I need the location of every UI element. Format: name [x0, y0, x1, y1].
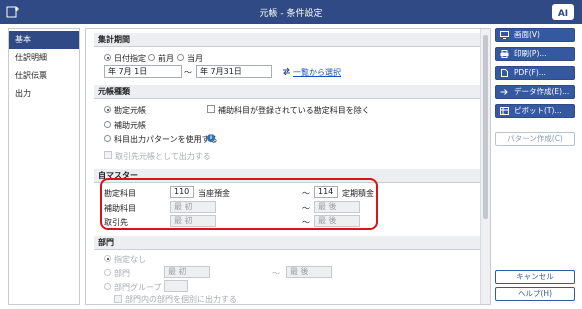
dept-group-field[interactable]	[164, 280, 188, 292]
svg-text:AI: AI	[558, 9, 568, 19]
partner-ledger-label: 取引先元帳として出力する	[115, 152, 211, 161]
period-heading: 集計期間	[94, 33, 480, 47]
pivot-table-icon	[500, 107, 509, 115]
window-title: 元帳 - 条件設定	[259, 9, 323, 19]
exclude-sub-label: 補助科目が登録されている勘定科目を除く	[218, 106, 370, 115]
period-curr-label: 当月	[187, 54, 203, 63]
dept-none-radio[interactable]	[104, 255, 111, 262]
dept-none-label: 指定なし	[114, 255, 146, 264]
period-date-radio[interactable]	[104, 54, 111, 61]
dept-radio[interactable]	[104, 269, 111, 276]
screen-button-label: 画面(V)	[514, 30, 540, 39]
partner-ledger-checkbox[interactable]	[104, 151, 112, 159]
period-from-field[interactable]: 年 7月 1日	[104, 65, 182, 78]
period-prev-label: 前月	[158, 54, 174, 63]
ledger-type-heading: 元帳種類	[94, 85, 480, 99]
select-from-list-link[interactable]: 一覧から選択	[293, 67, 341, 78]
period-date-label: 日付指定	[114, 54, 146, 63]
dept-tilde: 〜	[272, 269, 280, 278]
dept-to[interactable]: 最 後	[286, 266, 332, 278]
exclude-sub-checkbox[interactable]	[207, 105, 215, 113]
app-logo: AI	[552, 4, 574, 20]
dept-from-value: 最 初	[168, 267, 187, 276]
vertical-scrollbar[interactable]	[480, 29, 490, 304]
dept-individual-checkbox[interactable]	[114, 295, 122, 303]
dept-group-label: 部門グループ	[114, 283, 162, 292]
print-button-label: 印刷(P)...	[514, 49, 547, 58]
cancel-button[interactable]: キャンセル	[495, 270, 575, 284]
sidebar-item-journal-slip[interactable]: 仕訳伝票	[9, 67, 79, 85]
print-button[interactable]: 印刷(P)...	[495, 47, 575, 61]
ledger-pattern-label: 科目出力パターンを使用する	[114, 135, 218, 144]
dept-group-radio[interactable]	[104, 283, 111, 290]
ledger-account-label: 勘定元帳	[114, 106, 146, 115]
ledger-sub-label: 補助元帳	[114, 121, 146, 130]
sidebar-item-basic[interactable]: 基本	[9, 31, 79, 49]
pdf-button-label: PDF(F)...	[514, 68, 546, 77]
ledger-pattern-radio[interactable]	[104, 135, 111, 142]
ledger-account-radio[interactable]	[104, 106, 111, 113]
period-tilde: 〜	[184, 68, 192, 77]
printer-icon	[500, 50, 509, 58]
master-highlight-frame	[100, 178, 378, 230]
period-from-value: 年 7月 1日	[108, 67, 148, 76]
dept-from[interactable]: 最 初	[164, 266, 210, 278]
dept-individual-label: 部門内の部門を個別に出力する	[125, 295, 237, 304]
swap-icon	[283, 67, 290, 76]
data-export-button[interactable]: データ作成(E)...	[495, 85, 575, 99]
dept-heading: 部門	[94, 236, 480, 250]
dept-to-value: 最 後	[290, 267, 309, 276]
document-icon	[501, 69, 508, 77]
data-export-button-label: データ作成(E)...	[514, 87, 570, 96]
scrollbar-thumb[interactable]	[483, 35, 488, 219]
period-prev-radio[interactable]	[148, 54, 155, 61]
ledger-sub-radio[interactable]	[104, 121, 111, 128]
period-to-value: 年 7月31日	[200, 67, 242, 76]
screen-button[interactable]: 画面(V)	[495, 28, 575, 42]
title-bar: 元帳 - 条件設定 AI	[0, 0, 582, 24]
pattern-create-button[interactable]: パターン作成(C)	[495, 132, 575, 146]
help-button[interactable]: ヘルプ(H)	[495, 287, 575, 301]
pdf-button[interactable]: PDF(F)...	[495, 66, 575, 80]
pivot-button-label: ピボット(T)...	[514, 106, 562, 115]
sidebar-item-output[interactable]: 出力	[9, 85, 79, 103]
export-arrow-icon	[500, 89, 508, 95]
sidebar: 基本 仕訳明細 仕訳伝票 出力	[8, 28, 80, 305]
pivot-button[interactable]: ピボット(T)...	[495, 104, 575, 118]
sidebar-item-journal-detail[interactable]: 仕訳明細	[9, 49, 79, 67]
period-curr-radio[interactable]	[177, 54, 184, 61]
monitor-icon	[500, 31, 509, 39]
dept-label: 部門	[114, 269, 130, 278]
settings-panel: 集計期間 日付指定 前月 当月 年 7月 1日 〜 年 7月31日 一覧から選択…	[85, 28, 491, 305]
period-to-field[interactable]: 年 7月31日	[196, 65, 272, 78]
info-icon[interactable]: i	[207, 134, 215, 142]
